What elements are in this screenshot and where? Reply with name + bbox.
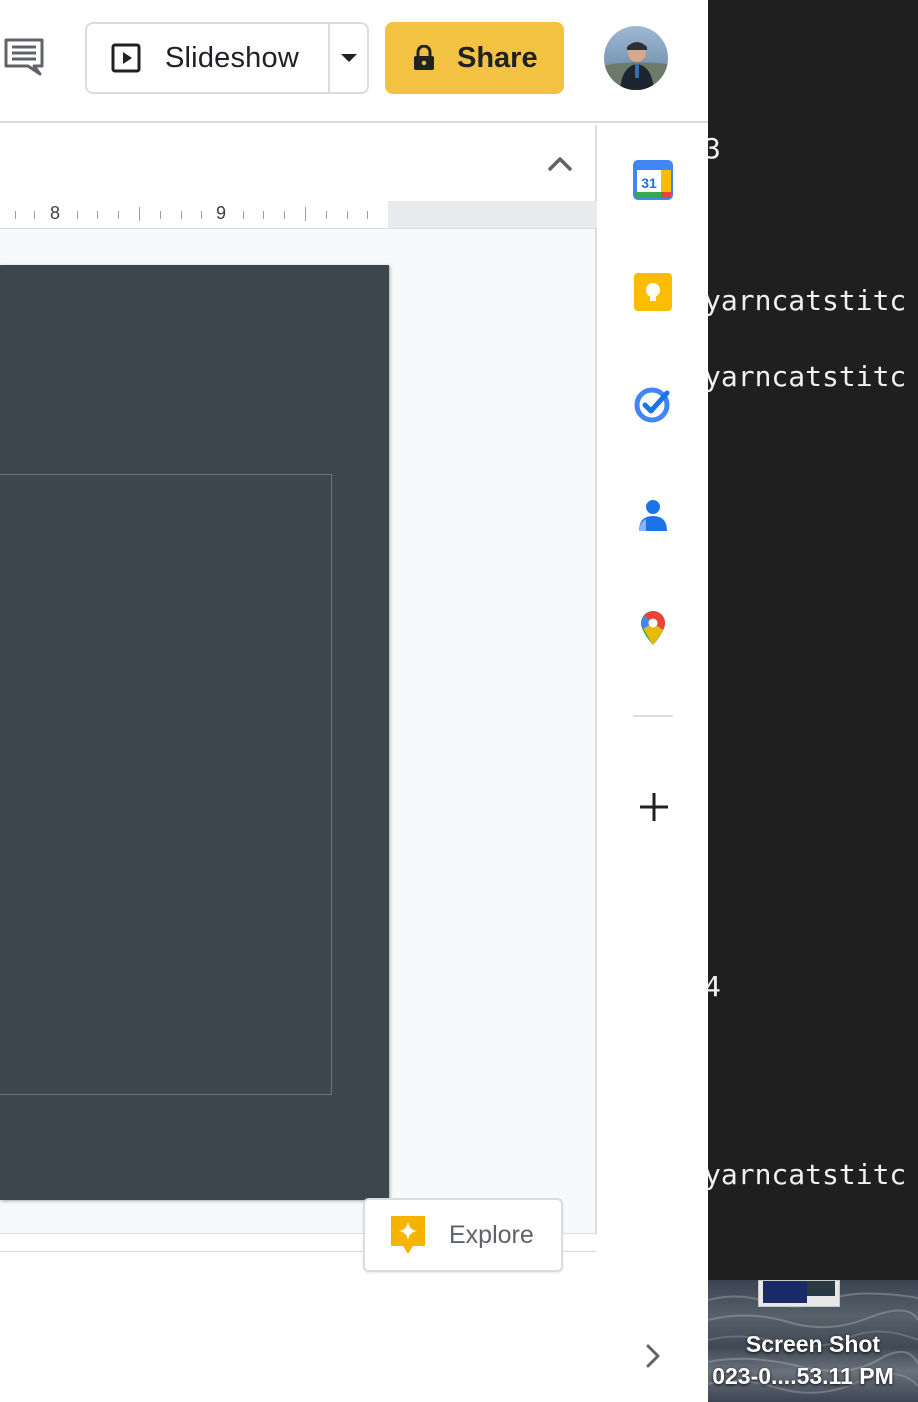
user-photo-icon (604, 26, 668, 90)
ruler-tick (97, 211, 98, 219)
account-avatar[interactable] (604, 26, 668, 90)
lock-icon (414, 45, 434, 70)
present-icon (111, 43, 141, 73)
slide-canvas[interactable] (0, 265, 389, 1200)
terminal-window[interactable]: 3 yarncatstitc yarncatstitc 4 yarncatsti… (708, 0, 918, 1280)
calendar-app-button[interactable]: 31 (632, 159, 674, 201)
calendar-icon: 31 (633, 160, 673, 200)
desktop-file-name-date[interactable]: 023-0....53.11 PM (708, 1363, 908, 1390)
ruler-tick (160, 211, 161, 219)
keep-app-button[interactable] (632, 271, 674, 313)
ruler-tick (305, 207, 306, 221)
caret-down-icon (340, 54, 357, 62)
maps-app-button[interactable] (632, 607, 674, 649)
horizontal-ruler[interactable]: 8 9 (0, 201, 597, 229)
ruler-tick (367, 211, 368, 219)
ruler-number-8: 8 (50, 203, 61, 223)
chevron-right-icon (646, 1344, 660, 1368)
desktop-background: Screen Shot 023-0....53.11 PM (708, 1280, 918, 1402)
chevron-up-icon (548, 157, 572, 171)
top-toolbar: Slideshow Share (0, 0, 708, 123)
ruler-tick (15, 211, 16, 219)
slideshow-button-group: Slideshow (85, 22, 369, 94)
keep-icon (634, 273, 672, 311)
contacts-icon (639, 500, 667, 531)
ruler-tick (181, 211, 182, 219)
show-side-panel-button[interactable] (640, 1340, 666, 1372)
ruler-tick (243, 211, 244, 219)
get-add-ons-button[interactable] (636, 789, 672, 825)
comment-icon (4, 38, 44, 76)
desktop-file-name[interactable]: Screen Shot (708, 1331, 918, 1358)
thumbnail-preview (763, 1281, 807, 1303)
ruler-tick (263, 211, 264, 219)
calendar-date-text: 31 (641, 175, 657, 191)
screenshot-file-thumbnail[interactable] (758, 1280, 840, 1307)
tasks-app-button[interactable] (632, 383, 674, 425)
slideshow-options-dropdown[interactable] (328, 24, 367, 92)
ruler-tick (284, 211, 285, 219)
ruler-active-area: 8 9 (0, 201, 388, 228)
contacts-app-button[interactable] (632, 495, 674, 537)
terminal-line: yarncatstitc (708, 360, 907, 393)
share-button[interactable]: Share (385, 22, 564, 94)
slides-app-window: Slideshow Share 8 9 Explore 31 (0, 0, 708, 1402)
share-label: Share (457, 41, 538, 74)
side-panel: 31 (598, 125, 708, 1402)
menu-collapse-bar (0, 125, 595, 201)
text-placeholder-box[interactable] (0, 474, 332, 1095)
ruler-tick (201, 211, 202, 219)
side-panel-divider (633, 715, 673, 717)
maps-icon (641, 611, 665, 645)
terminal-line: 3 (708, 132, 721, 165)
ruler-tick (347, 211, 348, 219)
thumbnail-preview (807, 1281, 835, 1296)
explore-label: Explore (449, 1220, 534, 1249)
ruler-tick (34, 211, 35, 219)
ruler-tick (77, 211, 78, 219)
comment-history-button[interactable] (2, 34, 48, 78)
slideshow-button[interactable]: Slideshow (87, 24, 328, 92)
terminal-line: 4 (708, 970, 721, 1003)
terminal-line: yarncatstitc (708, 284, 907, 317)
ruler-tick (326, 211, 327, 219)
terminal-line: yarncatstitc (708, 1158, 907, 1191)
tasks-icon (634, 387, 670, 423)
ruler-number-9: 9 (216, 203, 227, 223)
slideshow-label: Slideshow (165, 41, 299, 74)
explore-button[interactable]: Explore (363, 1198, 563, 1272)
explore-star-icon (391, 1216, 425, 1254)
hide-menus-button[interactable] (540, 147, 580, 179)
plus-icon (640, 793, 668, 821)
ruler-tick (118, 211, 119, 219)
ruler-tick (139, 207, 140, 221)
